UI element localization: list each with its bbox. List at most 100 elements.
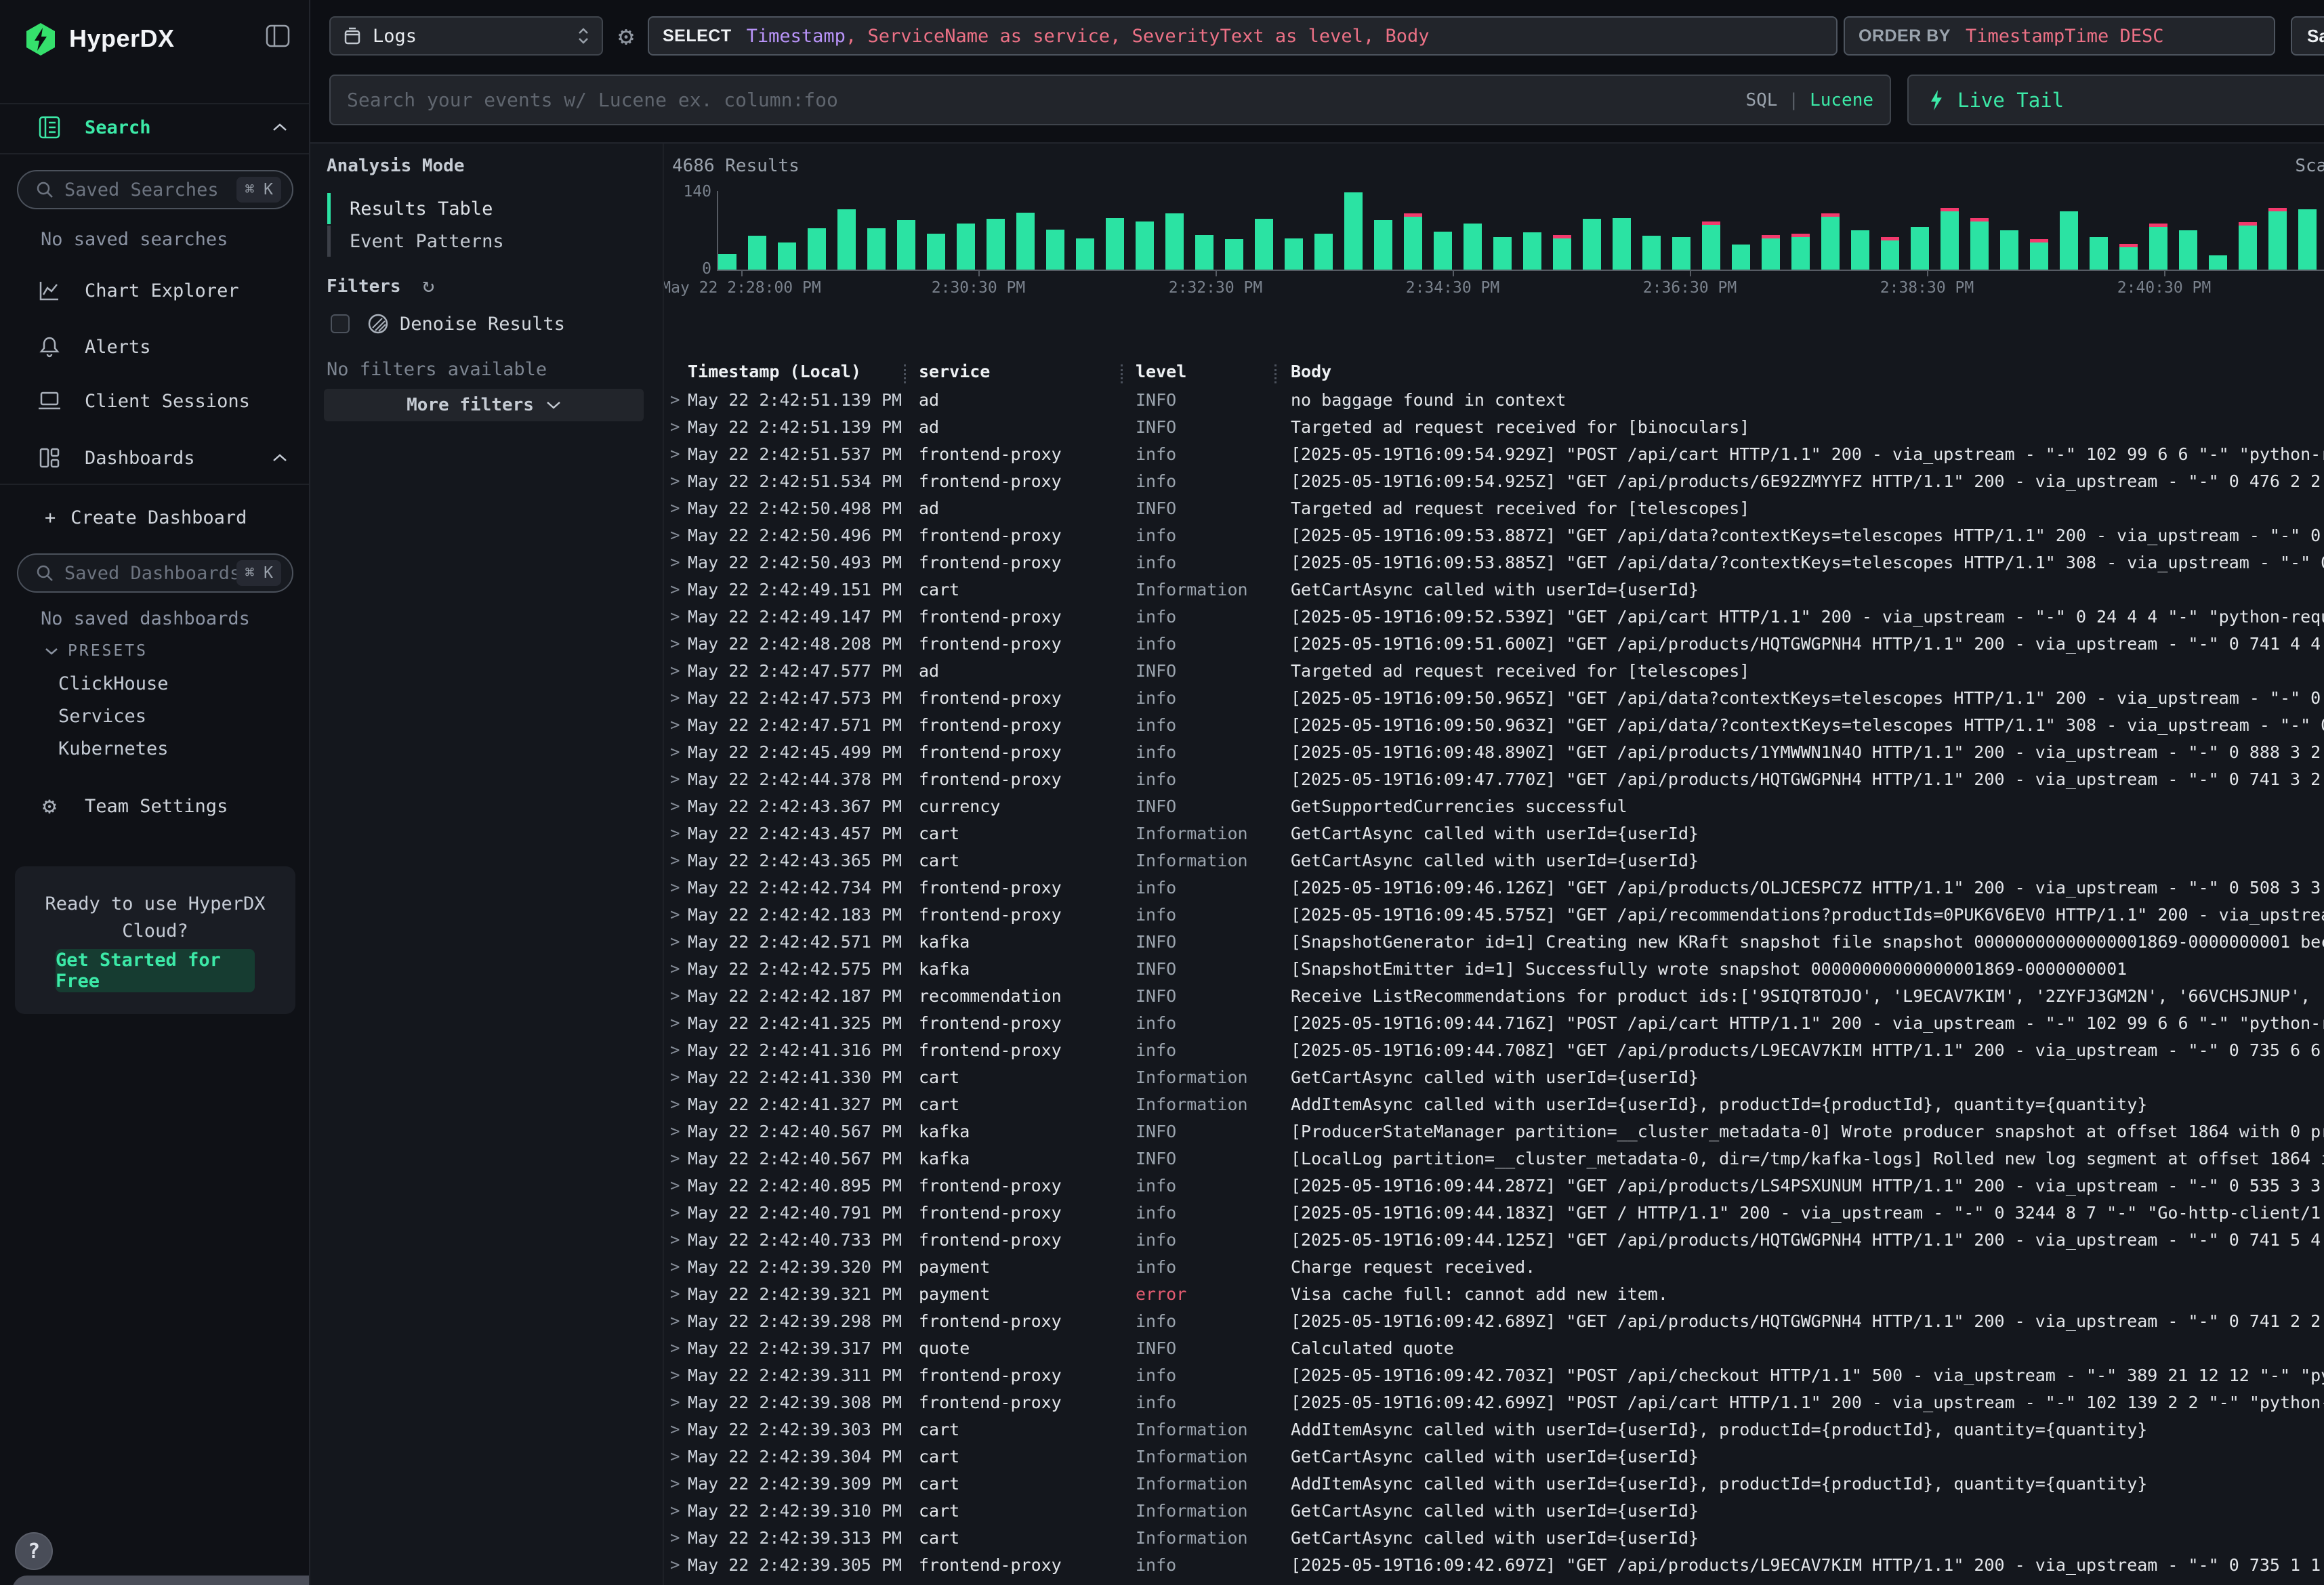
table-row[interactable]: > May 22 2:42:40.895 PM frontend-proxy i… xyxy=(664,1172,2324,1199)
histogram-bar[interactable] xyxy=(1732,245,1750,270)
histogram-bar[interactable] xyxy=(1791,234,1810,270)
live-tail-button[interactable]: Live Tail xyxy=(1907,75,2324,125)
table-row[interactable]: > May 22 2:42:40.567 PM kafka INFO [Loca… xyxy=(664,1145,2324,1172)
row-expand-chevron-icon[interactable]: > xyxy=(670,1257,688,1276)
save-button[interactable]: Save xyxy=(2291,16,2324,56)
row-expand-chevron-icon[interactable]: > xyxy=(670,715,688,734)
table-row[interactable]: > May 22 2:42:49.151 PM cart Information… xyxy=(664,576,2324,603)
sql-toggle[interactable]: SQL xyxy=(1745,90,1777,110)
table-row[interactable]: > May 22 2:42:40.567 PM kafka INFO [Prod… xyxy=(664,1118,2324,1145)
column-resize-handle[interactable] xyxy=(1121,364,1123,383)
table-row[interactable]: > May 22 2:42:42.571 PM kafka INFO [Snap… xyxy=(664,928,2324,955)
col-service[interactable]: service xyxy=(919,362,990,381)
table-row[interactable]: > May 22 2:42:39.310 PM cart Information… xyxy=(664,1497,2324,1524)
row-expand-chevron-icon[interactable]: > xyxy=(670,905,688,924)
table-row[interactable]: > May 22 2:42:41.316 PM frontend-proxy i… xyxy=(664,1036,2324,1063)
table-row[interactable]: > May 22 2:42:42.575 PM kafka INFO [Snap… xyxy=(664,955,2324,982)
histogram-bar[interactable] xyxy=(1314,234,1333,270)
row-expand-chevron-icon[interactable]: > xyxy=(670,1013,688,1032)
histogram-bar[interactable] xyxy=(1672,237,1690,270)
table-row[interactable]: > May 22 2:42:39.311 PM frontend-proxy i… xyxy=(664,1361,2324,1389)
row-expand-chevron-icon[interactable]: > xyxy=(670,1555,688,1574)
histogram-bar[interactable] xyxy=(2119,244,2138,270)
table-row[interactable]: > May 22 2:42:51.139 PM ad INFO no bagga… xyxy=(664,386,2324,413)
histogram-bar[interactable] xyxy=(1374,220,1392,270)
table-row[interactable]: > May 22 2:42:51.534 PM frontend-proxy i… xyxy=(664,467,2324,494)
row-expand-chevron-icon[interactable]: > xyxy=(670,851,688,870)
col-body[interactable]: Body xyxy=(1291,362,1331,381)
row-expand-chevron-icon[interactable]: > xyxy=(670,824,688,843)
row-expand-chevron-icon[interactable]: > xyxy=(670,607,688,626)
sidebar-item-team-settings[interactable]: ⚙ Team Settings xyxy=(0,784,309,828)
row-expand-chevron-icon[interactable]: > xyxy=(670,1040,688,1059)
row-expand-chevron-icon[interactable]: > xyxy=(670,1528,688,1547)
histogram-bar[interactable] xyxy=(1493,237,1512,270)
histogram-bar[interactable] xyxy=(808,228,826,270)
table-row[interactable]: > May 22 2:42:43.457 PM cart Information… xyxy=(664,820,2324,847)
preset-clickhouse[interactable]: ClickHouse xyxy=(58,673,169,694)
saved-dashboards-input[interactable]: Saved Dashboards ⌘ K xyxy=(17,553,293,593)
histogram-bar[interactable] xyxy=(1613,218,1631,270)
select-columns-input[interactable]: SELECT Timestamp, ServiceName as service… xyxy=(648,16,1838,56)
table-row[interactable]: > May 22 2:42:51.139 PM ad INFO Targeted… xyxy=(664,413,2324,440)
table-row[interactable]: > May 22 2:42:50.498 PM ad INFO Targeted… xyxy=(664,494,2324,522)
orderby-input[interactable]: ORDER BY TimestampTime DESC xyxy=(1844,16,2275,56)
histogram-bar[interactable] xyxy=(1464,224,1482,270)
table-row[interactable]: > May 22 2:42:41.330 PM cart Information… xyxy=(664,1063,2324,1091)
row-expand-chevron-icon[interactable]: > xyxy=(670,742,688,761)
row-expand-chevron-icon[interactable]: > xyxy=(670,1501,688,1520)
histogram-bar[interactable] xyxy=(1941,208,1959,270)
table-row[interactable]: > May 22 2:42:47.573 PM frontend-proxy i… xyxy=(664,684,2324,711)
refresh-icon[interactable]: ↻ xyxy=(422,274,434,297)
preset-kubernetes[interactable]: Kubernetes xyxy=(58,738,169,759)
histogram-bar[interactable] xyxy=(1881,237,1899,270)
get-started-button[interactable]: Get Started for Free xyxy=(56,949,255,992)
row-expand-chevron-icon[interactable]: > xyxy=(670,1582,688,1585)
table-row[interactable]: > May 22 2:42:39.317 PM quote INFO Calcu… xyxy=(664,1334,2324,1361)
histogram-bar[interactable] xyxy=(1911,227,1929,270)
sidebar-item-client-sessions[interactable]: Client Sessions xyxy=(0,379,309,423)
row-expand-chevron-icon[interactable]: > xyxy=(670,634,688,653)
histogram-bar[interactable] xyxy=(957,224,975,270)
histogram-bar[interactable] xyxy=(1762,235,1780,270)
col-level[interactable]: level xyxy=(1136,362,1186,381)
row-expand-chevron-icon[interactable]: > xyxy=(670,932,688,951)
more-filters-button[interactable]: More filters xyxy=(324,389,644,421)
row-expand-chevron-icon[interactable]: > xyxy=(670,769,688,788)
row-expand-chevron-icon[interactable]: > xyxy=(670,1447,688,1466)
row-expand-chevron-icon[interactable]: > xyxy=(670,444,688,463)
sidebar-collapse-icon[interactable] xyxy=(266,24,290,47)
table-row[interactable]: > May 22 2:42:42.734 PM frontend-proxy i… xyxy=(664,874,2324,901)
sidebar-item-alerts[interactable]: Alerts xyxy=(0,325,309,368)
row-expand-chevron-icon[interactable]: > xyxy=(670,553,688,572)
table-row[interactable]: > May 22 2:42:43.365 PM cart Information… xyxy=(664,847,2324,874)
row-expand-chevron-icon[interactable]: > xyxy=(670,878,688,897)
histogram-bar[interactable] xyxy=(1076,238,1094,270)
row-expand-chevron-icon[interactable]: > xyxy=(670,1338,688,1357)
row-expand-chevron-icon[interactable]: > xyxy=(670,1230,688,1249)
source-select[interactable]: Logs xyxy=(329,16,603,56)
histogram-bar[interactable] xyxy=(778,242,796,270)
table-row[interactable]: > May 22 2:42:43.367 PM currency INFO Ge… xyxy=(664,792,2324,820)
row-expand-chevron-icon[interactable]: > xyxy=(670,1474,688,1493)
denoise-checkbox[interactable] xyxy=(331,314,350,333)
row-expand-chevron-icon[interactable]: > xyxy=(670,661,688,680)
table-row[interactable]: > May 22 2:42:39.298 PM frontend-proxy i… xyxy=(664,1307,2324,1334)
row-expand-chevron-icon[interactable]: > xyxy=(670,471,688,490)
mode-results-table[interactable]: Results Table xyxy=(327,192,639,225)
table-row[interactable]: > May 22 2:42:39.313 PM cart Information… xyxy=(664,1524,2324,1551)
table-row[interactable]: > May 22 2:42:50.496 PM frontend-proxy i… xyxy=(664,522,2324,549)
table-row[interactable]: > May 22 2:42:45.499 PM frontend-proxy i… xyxy=(664,738,2324,765)
histogram-bar[interactable] xyxy=(1136,221,1154,270)
row-expand-chevron-icon[interactable]: > xyxy=(670,580,688,599)
histogram-bar[interactable] xyxy=(1851,230,1869,270)
row-expand-chevron-icon[interactable]: > xyxy=(670,986,688,1005)
row-expand-chevron-icon[interactable]: > xyxy=(670,499,688,517)
histogram-bar[interactable] xyxy=(987,219,1005,270)
histogram-bar[interactable] xyxy=(1523,232,1541,270)
row-expand-chevron-icon[interactable]: > xyxy=(670,1366,688,1385)
row-expand-chevron-icon[interactable]: > xyxy=(670,526,688,545)
histogram-bar[interactable] xyxy=(2030,239,2048,270)
histogram-bar[interactable] xyxy=(2090,237,2108,270)
row-expand-chevron-icon[interactable]: > xyxy=(670,1176,688,1195)
